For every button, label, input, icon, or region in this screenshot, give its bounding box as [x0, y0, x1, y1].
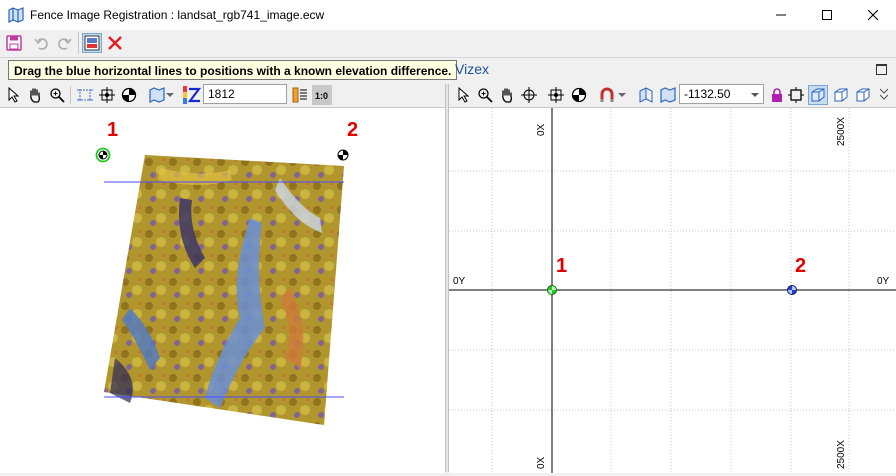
crosshair-icon[interactable]	[519, 85, 539, 105]
toolbar-separator	[78, 32, 79, 54]
3d-box-side-icon[interactable]	[831, 85, 851, 105]
section-plane-icon[interactable]	[636, 85, 656, 105]
toolbar-overflow-icon[interactable]	[878, 85, 890, 105]
vizex-view-pane[interactable]: 1 2 0X 2500X 0X 2500X 0Y 0Y	[449, 107, 896, 473]
axis-label-x-top-right: 2500X	[836, 117, 847, 146]
redo-button[interactable]	[54, 33, 74, 53]
chevron-down-icon[interactable]	[165, 85, 175, 105]
minimize-button[interactable]	[758, 0, 804, 30]
vizex-point-1-marker[interactable]	[547, 285, 557, 295]
zoom-icon[interactable]	[47, 85, 67, 105]
one-to-one-icon[interactable]: 1:0	[312, 85, 332, 105]
center-target-icon-right[interactable]	[546, 85, 566, 105]
3d-box-front-icon[interactable]	[808, 85, 828, 105]
control-point-1-marker[interactable]	[95, 147, 111, 163]
tooltip: Drag the blue horizontal lines to positi…	[8, 60, 458, 80]
map-layers-icon[interactable]	[147, 85, 167, 105]
axis-label-y-left: 0Y	[453, 276, 466, 287]
image-register-button[interactable]	[82, 33, 102, 53]
select-pointer-tool-right[interactable]	[454, 85, 474, 105]
maximize-button[interactable]	[804, 0, 850, 30]
close-window-button[interactable]	[850, 0, 896, 30]
elevation-input[interactable]: 1812	[203, 84, 287, 104]
control-point-icon[interactable]	[119, 85, 139, 105]
image-canvas[interactable]	[0, 108, 445, 473]
axis-label-y-right: 0Y	[877, 276, 890, 287]
pan-hand-icon[interactable]	[25, 85, 45, 105]
axis-label-x-top-left: 0X	[536, 123, 547, 136]
z-elevation-icon	[182, 85, 202, 105]
vizex-point-2-marker[interactable]	[787, 285, 797, 295]
pan-hand-icon-right[interactable]	[497, 85, 517, 105]
maximize-pane-button[interactable]	[876, 64, 887, 75]
chevron-down-icon[interactable]	[617, 85, 627, 105]
chevron-down-icon[interactable]	[748, 85, 762, 105]
vizex-point-label-1: 1	[556, 255, 568, 277]
svg-text:1:0: 1:0	[315, 91, 328, 101]
vizex-canvas[interactable]	[449, 108, 896, 473]
control-point-2-marker[interactable]	[337, 149, 349, 161]
point-label-2: 2	[347, 119, 359, 141]
fit-extent-icon[interactable]	[786, 85, 806, 105]
magnet-snap-icon[interactable]	[597, 85, 617, 105]
image-view-pane[interactable]: 1 2	[0, 107, 445, 473]
tab-vizex[interactable]: Vizex	[455, 61, 489, 77]
main-toolbar	[0, 30, 896, 58]
window-title: Fence Image Registration : landsat_rgb74…	[30, 8, 325, 22]
center-target-icon[interactable]	[97, 85, 117, 105]
toolbar-separator	[70, 86, 71, 104]
map-fence-icon[interactable]	[658, 85, 678, 105]
undo-button[interactable]	[32, 33, 52, 53]
satellite-image	[104, 155, 344, 425]
select-pointer-tool[interactable]	[4, 85, 24, 105]
zoom-icon-right[interactable]	[475, 85, 495, 105]
control-point-icon-right[interactable]	[569, 85, 589, 105]
axis-label-x-bottom-left: 0X	[536, 456, 547, 469]
crop-extent-icon[interactable]	[75, 85, 95, 105]
vizex-point-label-2: 2	[795, 255, 807, 277]
map-icon	[8, 7, 24, 23]
3d-box-top-icon[interactable]	[853, 85, 873, 105]
point-label-1: 1	[107, 119, 119, 141]
list-settings-icon[interactable]	[290, 85, 310, 105]
lock-icon[interactable]	[767, 85, 787, 105]
save-button[interactable]	[4, 33, 24, 53]
cancel-button[interactable]	[105, 33, 125, 53]
axis-label-x-bottom-right: 2500X	[836, 440, 847, 469]
